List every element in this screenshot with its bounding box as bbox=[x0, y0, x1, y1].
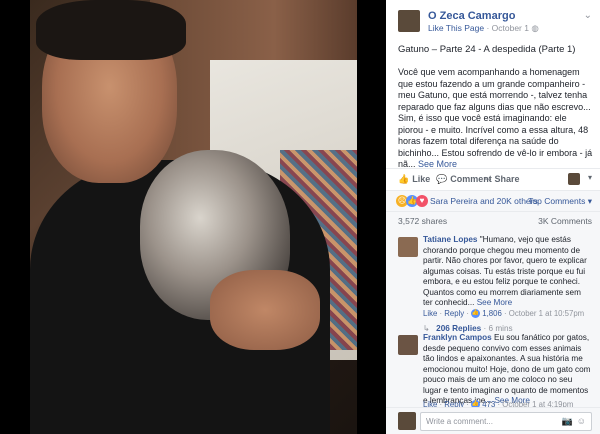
photo-person-hair bbox=[36, 0, 186, 60]
comments-list: Tatiane Lopes "Humano, vejo que estás ch… bbox=[386, 229, 600, 409]
comment-text-block: Franklyn Campos Eu sou fanático por gato… bbox=[423, 333, 592, 407]
post-body: Você que vem acompanhando a homenagem qu… bbox=[398, 67, 594, 171]
page-avatar[interactable] bbox=[398, 10, 420, 32]
page-name-link[interactable]: O Zeca Camargo bbox=[428, 10, 515, 22]
post-meta: Like This Page · October 1 ◍ bbox=[428, 23, 539, 34]
like-badge-icon: 👍 bbox=[471, 309, 481, 319]
post-photo-area bbox=[0, 0, 386, 434]
reactions-summary[interactable]: Sara Pereira and 20K others bbox=[430, 196, 538, 206]
view-replies-link[interactable]: ↳ 206 Replies · 6 mins bbox=[423, 323, 513, 333]
comment-text: Eu sou fanático por gatos, desde pequeno… bbox=[423, 333, 591, 405]
top-comments-label: Top Comments bbox=[528, 196, 586, 206]
comment-input-placeholder: Write a comment... bbox=[426, 417, 493, 426]
comment-likes-count[interactable]: 1,806 bbox=[482, 309, 502, 318]
comment-see-more-link[interactable]: See More bbox=[477, 298, 513, 307]
comment-icon: 💬 bbox=[436, 174, 448, 184]
comment-item: Franklyn Campos Eu sou fanático por gato… bbox=[398, 333, 592, 409]
commenter-avatar[interactable] bbox=[398, 335, 418, 355]
comments-count[interactable]: 3K Comments bbox=[538, 216, 592, 226]
shares-count[interactable]: 3,572 shares bbox=[398, 216, 447, 226]
comment-text: "Humano, vejo que estás chorando porque … bbox=[423, 235, 587, 307]
comment-like-link[interactable]: Like bbox=[423, 309, 437, 318]
post-title: Gatuno – Parte 24 - A despedida (Parte 1… bbox=[398, 44, 576, 55]
share-label: Share bbox=[494, 174, 520, 184]
replies-time: · 6 mins bbox=[483, 324, 513, 333]
current-user-avatar bbox=[398, 412, 416, 430]
like-button[interactable]: 👍 Like bbox=[398, 174, 430, 185]
post-side-panel: O Zeca Camargo Like This Page · October … bbox=[386, 0, 600, 434]
post-body-text: Você que vem acompanhando a homenagem qu… bbox=[398, 67, 593, 169]
top-comments-dropdown[interactable]: Top Comments ▾ bbox=[528, 196, 592, 207]
emoji-icon[interactable]: ☺ bbox=[577, 416, 586, 426]
post-actions: 👍 Like 💬 Comment ↪ Share ▾ bbox=[386, 168, 600, 191]
like-label: Like bbox=[412, 174, 431, 184]
comment-date[interactable]: October 1 at 10:57pm bbox=[509, 309, 584, 318]
replies-count: 206 Replies bbox=[436, 324, 482, 333]
share-icon: ↪ bbox=[484, 174, 492, 184]
poster-avatar[interactable] bbox=[568, 173, 580, 185]
love-reaction-icon: ♥ bbox=[416, 195, 428, 207]
comment-reply-link[interactable]: Reply bbox=[444, 309, 464, 318]
reactions-row: ☹ 👍 ♥ Sara Pereira and 20K others Top Co… bbox=[386, 190, 600, 211]
chevron-down-icon[interactable]: ⌄ bbox=[584, 10, 592, 21]
commenter-avatar[interactable] bbox=[398, 237, 418, 257]
comment-text-block: Tatiane Lopes "Humano, vejo que estás ch… bbox=[423, 235, 592, 309]
commenter-name[interactable]: Tatiane Lopes bbox=[423, 235, 477, 244]
thumbs-up-icon: 👍 bbox=[398, 174, 410, 184]
caret-down-icon: ▾ bbox=[587, 196, 592, 206]
comment-input[interactable]: Write a comment... 📷 ☺ bbox=[420, 412, 592, 431]
comment-footer: Like · Reply · 👍 1,806 · October 1 at 10… bbox=[423, 309, 585, 319]
caret-down-icon[interactable]: ▾ bbox=[588, 173, 592, 182]
photo-hand bbox=[210, 270, 320, 350]
write-comment-bar: Write a comment... 📷 ☺ bbox=[386, 407, 600, 434]
reply-arrow-icon: ↳ bbox=[423, 324, 430, 333]
commenter-name[interactable]: Franklyn Campos bbox=[423, 333, 492, 342]
like-page-link[interactable]: Like This Page bbox=[428, 23, 484, 33]
post-header: O Zeca Camargo Like This Page · October … bbox=[398, 8, 592, 36]
globe-icon: ◍ bbox=[531, 23, 539, 33]
replies-ago: 6 mins bbox=[488, 324, 513, 333]
post-date[interactable]: October 1 bbox=[492, 23, 529, 33]
share-button[interactable]: ↪ Share bbox=[484, 174, 520, 185]
camera-icon[interactable]: 📷 bbox=[562, 416, 573, 427]
comment-item: Tatiane Lopes "Humano, vejo que estás ch… bbox=[398, 235, 592, 335]
post-photo[interactable] bbox=[30, 0, 357, 434]
stats-row: 3,572 shares 3K Comments bbox=[386, 211, 600, 230]
